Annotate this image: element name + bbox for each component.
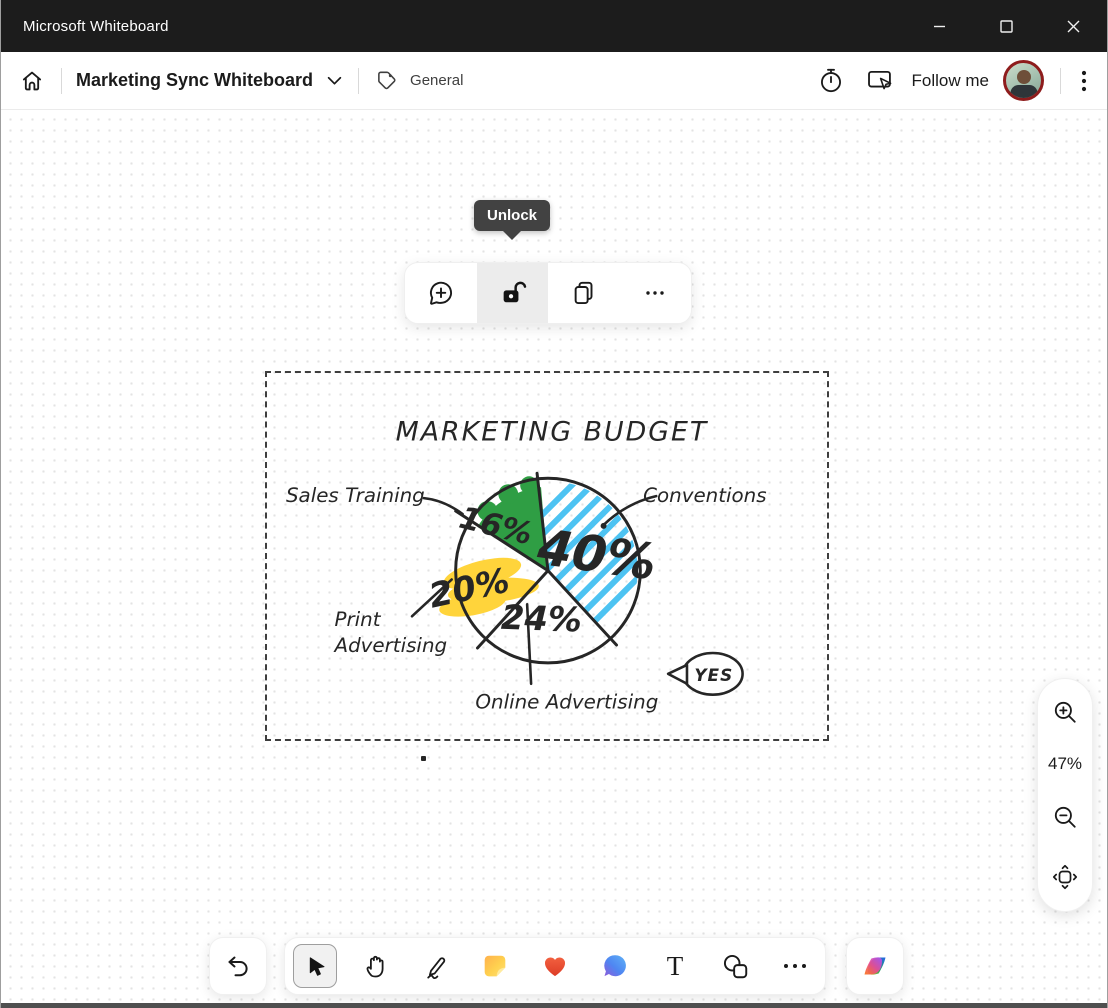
board-title: Marketing Sync Whiteboard xyxy=(76,70,313,91)
pen-icon xyxy=(420,951,450,981)
close-button[interactable] xyxy=(1040,0,1107,52)
header-divider-2 xyxy=(358,68,359,94)
text-tool-icon: T xyxy=(667,953,684,980)
more-tools-button[interactable] xyxy=(765,938,825,994)
shapes-tool[interactable] xyxy=(705,938,765,994)
follow-me-label[interactable]: Follow me xyxy=(912,71,989,91)
conventions-value: 40% xyxy=(533,518,660,592)
zoom-out-button[interactable] xyxy=(1048,800,1082,834)
copy-icon xyxy=(569,278,599,308)
home-button[interactable] xyxy=(15,64,49,98)
more-horizontal-icon xyxy=(642,280,668,306)
unlock-button[interactable] xyxy=(477,263,549,323)
window-bottom-edge xyxy=(1,1003,1107,1008)
fit-to-screen-icon xyxy=(1051,863,1079,891)
print-advertising-label-line1: Print xyxy=(335,608,382,631)
context-toolbar xyxy=(404,262,692,324)
print-advertising-value: 20% xyxy=(426,561,513,616)
yes-text: YES xyxy=(694,665,733,685)
title-bar: Microsoft Whiteboard xyxy=(1,0,1107,52)
add-comment-icon xyxy=(426,278,456,308)
timer-button[interactable] xyxy=(814,63,848,98)
zoom-level[interactable]: 47% xyxy=(1048,754,1082,774)
select-tool[interactable] xyxy=(285,938,345,994)
zoom-panel: 47% xyxy=(1037,678,1093,912)
minimize-icon xyxy=(933,20,946,33)
more-vertical-icon xyxy=(1081,69,1087,93)
whiteboard-canvas[interactable]: Unlock xyxy=(1,110,1107,1003)
chat-bubble-icon xyxy=(600,951,630,981)
zoom-out-icon xyxy=(1052,804,1078,830)
marketing-budget-sketch: MARKETING BUDGET xyxy=(267,373,827,740)
close-icon xyxy=(1067,20,1080,33)
more-horizontal-icon xyxy=(784,964,806,968)
header-divider-3 xyxy=(1060,68,1061,94)
undo-button[interactable] xyxy=(209,937,267,995)
ink-tool[interactable] xyxy=(405,938,465,994)
maximize-button[interactable] xyxy=(973,0,1040,52)
unlock-tooltip: Unlock xyxy=(474,200,550,231)
chevron-down-icon xyxy=(327,76,342,86)
copilot-button[interactable] xyxy=(846,937,904,995)
add-comment-button[interactable] xyxy=(405,263,477,323)
reaction-tool[interactable] xyxy=(525,938,585,994)
main-toolbar: T xyxy=(284,937,826,995)
conventions-label: Conventions xyxy=(643,484,766,507)
more-options-button[interactable] xyxy=(620,263,692,323)
minimize-button[interactable] xyxy=(906,0,973,52)
avatar[interactable] xyxy=(1003,60,1044,101)
selected-drawing[interactable]: MARKETING BUDGET xyxy=(265,371,829,741)
loop-tag-button[interactable] xyxy=(371,65,402,96)
heart-icon xyxy=(540,951,570,981)
comment-tool[interactable] xyxy=(585,938,645,994)
online-advertising-label: Online Advertising xyxy=(475,691,658,714)
more-menu-button[interactable] xyxy=(1077,65,1091,97)
header-divider xyxy=(61,68,62,94)
app-title: Microsoft Whiteboard xyxy=(1,18,169,35)
present-cursor-icon xyxy=(866,68,894,93)
copy-button[interactable] xyxy=(548,263,620,323)
hand-icon xyxy=(361,952,389,980)
pan-tool[interactable] xyxy=(345,938,405,994)
stray-ink-dot xyxy=(421,756,426,761)
maximize-icon xyxy=(1000,20,1013,33)
home-icon xyxy=(19,68,45,94)
active-tool-highlight xyxy=(293,944,337,988)
tag-label[interactable]: General xyxy=(410,72,463,89)
unlock-icon xyxy=(497,278,527,308)
sales-training-label: Sales Training xyxy=(286,484,425,507)
copilot-icon xyxy=(858,949,892,983)
yes-annotation: YES xyxy=(668,653,742,695)
print-advertising-label-line2: Advertising xyxy=(333,634,448,657)
sticky-note-icon xyxy=(480,951,510,981)
board-menu-button[interactable] xyxy=(323,72,346,90)
zoom-in-icon xyxy=(1052,699,1078,725)
window-controls xyxy=(906,0,1107,52)
sketch-title: MARKETING BUDGET xyxy=(396,417,709,448)
text-tool[interactable]: T xyxy=(645,938,705,994)
sticky-note-tool[interactable] xyxy=(465,938,525,994)
shapes-icon xyxy=(720,951,750,981)
app-header: Marketing Sync Whiteboard General xyxy=(1,52,1107,110)
present-button[interactable] xyxy=(862,64,898,97)
timer-icon xyxy=(818,67,844,94)
zoom-in-button[interactable] xyxy=(1048,695,1082,729)
select-cursor-icon xyxy=(302,953,328,979)
undo-icon xyxy=(223,951,253,981)
fit-to-screen-button[interactable] xyxy=(1047,859,1083,895)
avatar-photo xyxy=(1017,70,1031,84)
tag-icon xyxy=(375,69,398,92)
online-advertising-value: 24% xyxy=(500,598,582,640)
header-right-group: Follow me xyxy=(814,60,1091,101)
